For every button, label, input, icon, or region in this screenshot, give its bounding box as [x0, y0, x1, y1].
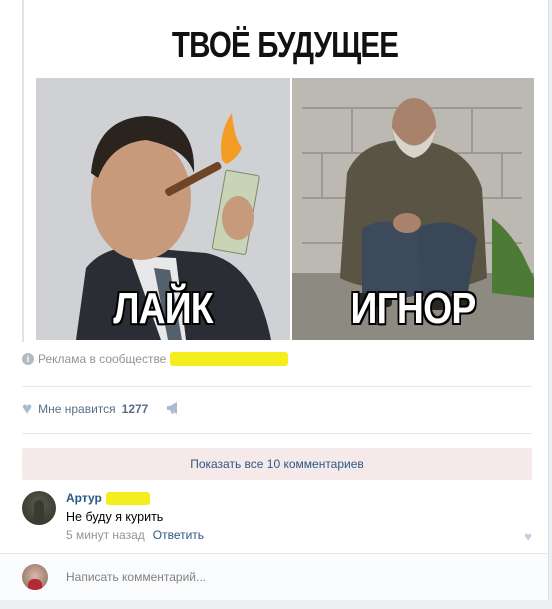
post-card: ТВОЁ БУДУЩЕЕ ЛАЙК ИГНОР i Реклама в сооб…: [0, 0, 549, 609]
author-surname-redacted: [105, 491, 150, 505]
avatar: [22, 564, 48, 590]
comment-composer[interactable]: Написать комментарий...: [0, 553, 548, 600]
comment-author[interactable]: Артур: [66, 491, 150, 505]
like-count: 1277: [121, 401, 149, 416]
meme-image[interactable]: ТВОЁ БУДУЩЕЕ ЛАЙК ИГНОР: [36, 0, 534, 340]
like-label: Мне нравится: [38, 401, 116, 416]
like-button[interactable]: ♥ Мне нравится 1277: [22, 400, 181, 417]
page-background: [0, 600, 552, 609]
megaphone-icon[interactable]: [166, 401, 181, 417]
show-all-comments-button[interactable]: Показать все 10 комментариев: [22, 448, 532, 480]
ad-text: Реклама в сообществе: [38, 352, 167, 366]
avatar[interactable]: [22, 491, 56, 525]
meme-caption: ТВОЁ БУДУЩЕЕ: [171, 24, 399, 65]
comment-text: Не буду я курить: [66, 510, 164, 524]
comment-input[interactable]: Написать комментарий...: [66, 570, 206, 584]
heart-icon: ♥: [22, 399, 33, 418]
comment-heart-icon[interactable]: ♥: [524, 529, 532, 544]
comment-meta: 5 минут назад Ответить: [66, 528, 204, 542]
meme-panel-left: ЛАЙК: [36, 78, 290, 340]
meme-panel-right: ИГНОР: [292, 78, 534, 340]
meme-label-right: ИГНОР: [350, 284, 477, 333]
reply-button[interactable]: Ответить: [153, 528, 204, 542]
divider: [22, 386, 532, 387]
comment-time[interactable]: 5 минут назад: [66, 528, 145, 542]
repost-quote-bar: [22, 0, 24, 342]
ad-source-line: i Реклама в сообществе: [22, 352, 289, 366]
comment-author-name[interactable]: Артур: [66, 491, 102, 505]
divider: [22, 433, 532, 434]
info-icon: i: [22, 353, 34, 365]
meme-label-left: ЛАЙК: [113, 284, 213, 333]
community-link-redacted[interactable]: [170, 352, 289, 366]
